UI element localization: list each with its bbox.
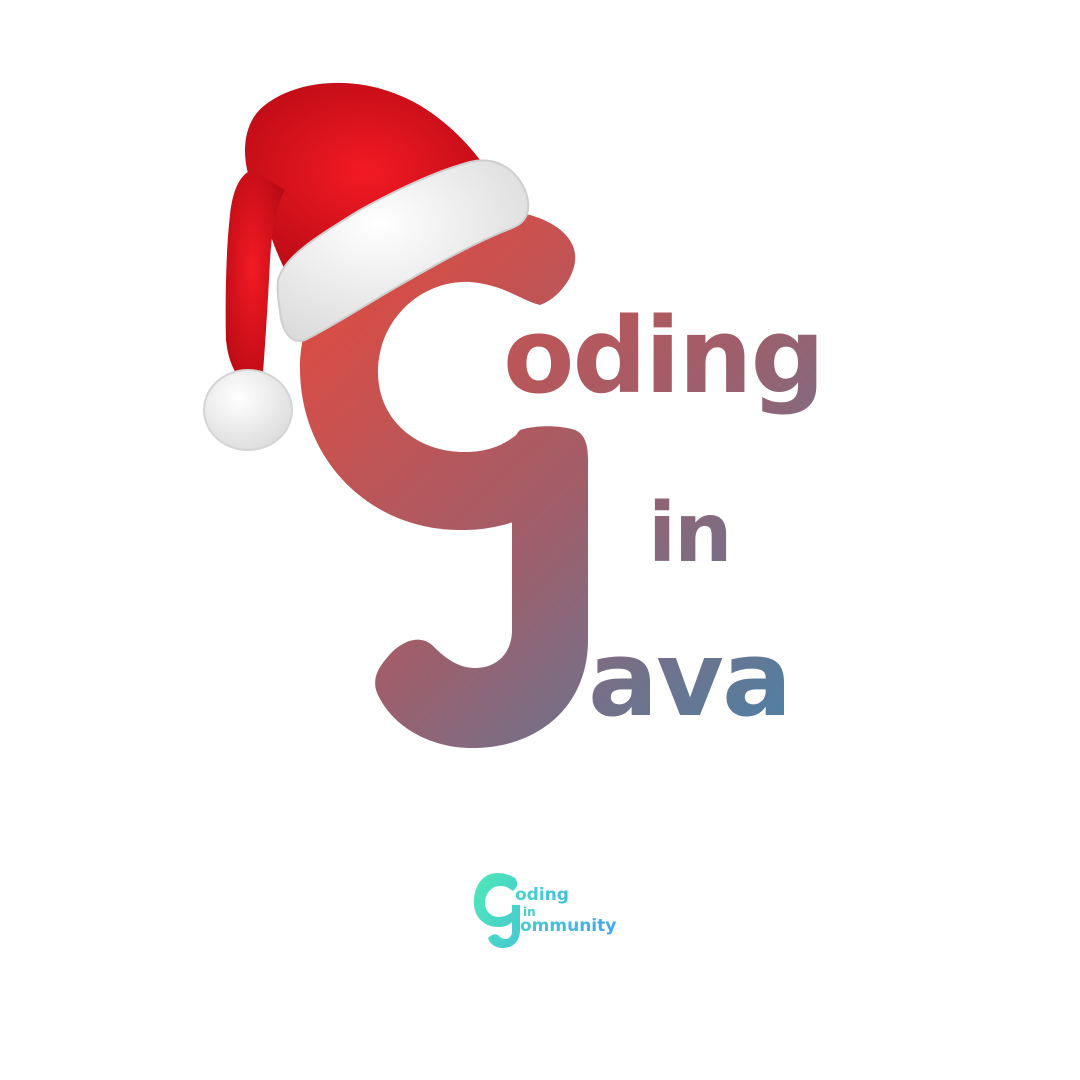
coding-in-community-logo: oding in ommunity: [473, 873, 616, 948]
footer-c-shape: [473, 873, 518, 927]
footer-word-ommunity: ommunity: [520, 916, 616, 936]
footer-word-oding: oding: [515, 885, 569, 905]
poster: oding in ava oding in ommunity: [0, 0, 1080, 1080]
word-oding: oding: [503, 295, 823, 417]
word-ava: ava: [588, 618, 790, 740]
coding-in-java-logo: oding in ava oding in ommunity: [203, 82, 825, 948]
footer-c2-shape: [488, 905, 520, 948]
word-in: in: [648, 486, 730, 581]
